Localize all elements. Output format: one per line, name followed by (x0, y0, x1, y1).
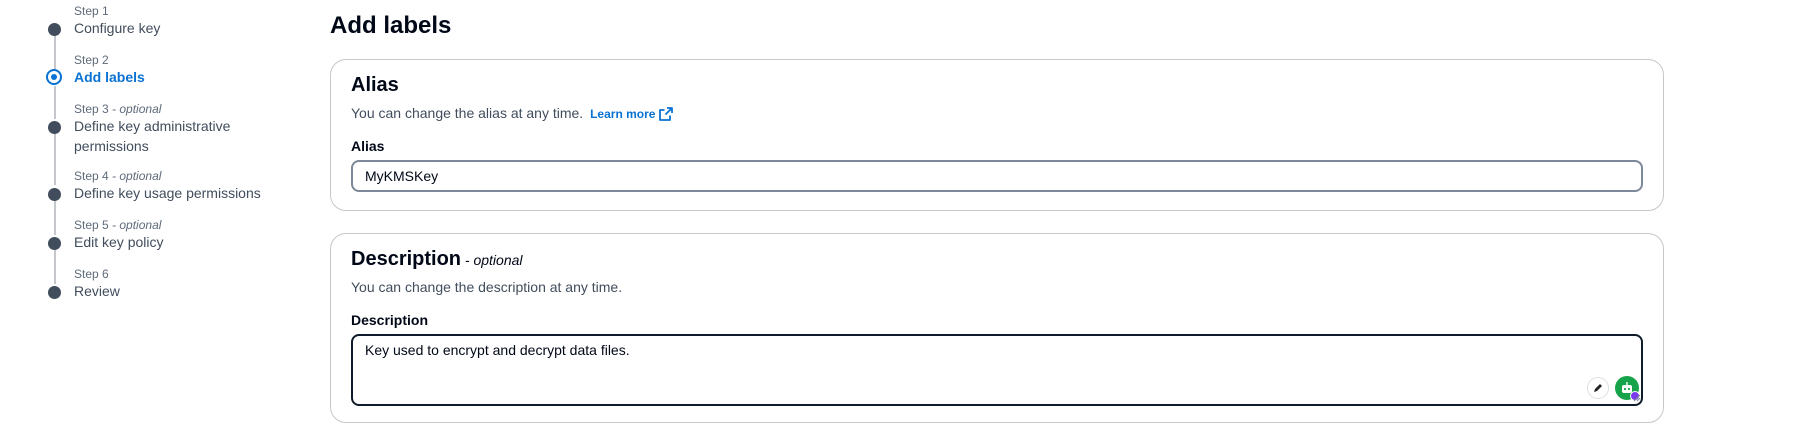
step-status-icon (48, 188, 61, 201)
step-title[interactable]: Review (74, 281, 264, 301)
step-number: Step 5 - optional (74, 218, 162, 232)
description-textarea[interactable]: Key used to encrypt and decrypt data fil… (351, 334, 1643, 406)
step-connector (54, 248, 56, 284)
step-title: Add labels (74, 69, 145, 85)
step-connector (54, 34, 56, 70)
page-title: Add labels (330, 12, 452, 39)
resize-grip-icon[interactable] (1633, 394, 1641, 402)
pen-icon[interactable] (1587, 377, 1609, 399)
step-status-icon (48, 237, 61, 250)
step-current-icon (46, 69, 62, 85)
alias-card-description: You can change the alias at any time. Le… (351, 105, 674, 121)
description-field-label: Description (351, 312, 429, 328)
step-number: Step 6 (74, 267, 109, 281)
step-number: Step 4 - optional (74, 169, 162, 183)
alias-field-label: Alias (351, 138, 385, 154)
alias-card: Alias You can change the alias at any ti… (330, 59, 1664, 211)
step-number: Step 3 - optional (74, 102, 162, 116)
optional-tag: - optional (461, 252, 523, 268)
step-title[interactable]: Define key usage permissions (74, 183, 264, 203)
step-title[interactable]: Edit key policy (74, 232, 264, 252)
step-connector (54, 199, 56, 235)
step-status-icon (48, 286, 61, 299)
step-number: Step 1 (74, 4, 109, 18)
step-status-icon (48, 23, 61, 36)
textarea-tools (1587, 376, 1640, 401)
learn-more-link[interactable]: Learn more (590, 107, 674, 121)
alias-card-title: Alias (351, 74, 399, 96)
description-card: Description - optional You can change th… (330, 233, 1664, 423)
step-connector (54, 133, 56, 185)
step-title[interactable]: Define key administrative permissions (74, 116, 264, 156)
alias-input[interactable] (351, 160, 1643, 192)
description-card-description: You can change the description at any ti… (351, 279, 623, 295)
external-link-icon (659, 107, 674, 121)
description-card-title: Description - optional (351, 248, 523, 270)
step-title[interactable]: Configure key (74, 18, 264, 38)
step-number: Step 2 (74, 53, 109, 67)
step-status-icon (48, 121, 61, 134)
step-connector (54, 86, 56, 119)
